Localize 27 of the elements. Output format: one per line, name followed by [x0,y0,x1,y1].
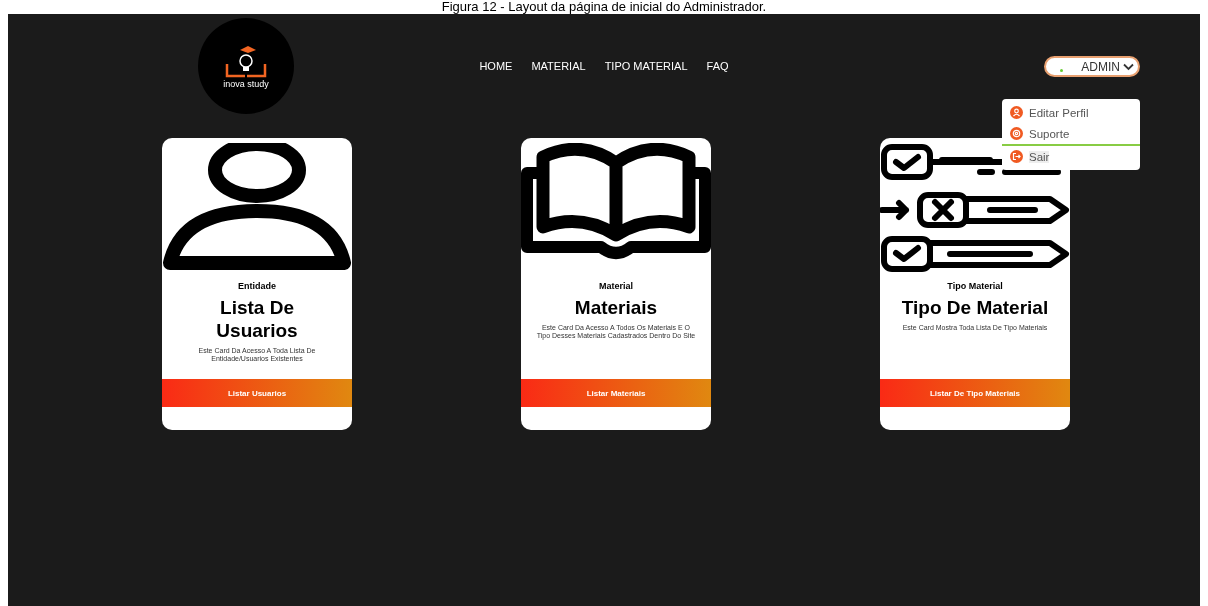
nav-link[interactable]: HOME [479,60,513,72]
user-menu-button[interactable]: ADMIN [1044,56,1140,77]
card-category: Tipo Material [947,281,1003,291]
person-icon [162,143,352,273]
card-title: Tipo De Material [900,296,1050,319]
card-category: Material [599,281,633,291]
figure-caption: Figura 12 - Layout da página de inicial do Administrador. [440,0,768,14]
logo-text: inova study [223,78,269,89]
card-category: Entidade [238,281,276,291]
card-title: Materiais [573,296,659,319]
list-button[interactable]: Listar Usuarios [162,379,352,407]
card-title: Lista De Usuarios [215,296,299,342]
person-icon [1010,106,1023,119]
logo[interactable]: inova study [198,18,294,114]
nav-link[interactable]: MATERIAL [531,60,586,72]
exit-icon [1010,150,1023,163]
checklist-icon [880,143,1070,273]
menu-item[interactable]: Sair [1002,144,1140,167]
menu-item[interactable]: Suporte [1002,123,1140,144]
lightbulb-book-icon [224,43,268,78]
nav-link[interactable]: FAQ [706,60,729,72]
menu-item[interactable]: Editar Perfil [1002,102,1140,123]
lifebuoy-icon [1010,127,1023,140]
nav-link[interactable]: TIPO MATERIAL [604,60,688,72]
list-button[interactable]: Listar Materiais [521,379,711,407]
list-button[interactable]: Listar De Tipo Materiais [880,379,1070,407]
caret-icon [1123,62,1134,71]
